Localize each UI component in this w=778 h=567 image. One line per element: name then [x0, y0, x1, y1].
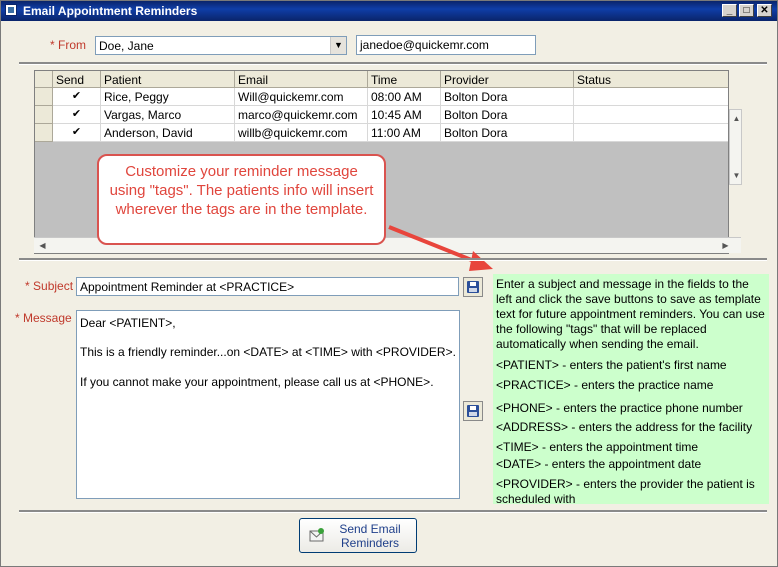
checkbox-checked-icon: ✔	[71, 126, 82, 138]
help-intro: Enter a subject and message in the field…	[496, 277, 765, 351]
required-mark: *	[25, 279, 30, 293]
subject-label-text: Subject	[33, 279, 74, 293]
close-icon: ✕	[760, 5, 769, 16]
row-selector[interactable]	[35, 124, 53, 142]
save-disk-icon	[467, 281, 479, 293]
window-title: Email Appointment Reminders	[23, 4, 198, 18]
table-cell-email[interactable]: Will@quickemr.com	[235, 88, 368, 106]
red-arrow-icon	[388, 225, 493, 271]
row-selector[interactable]	[35, 88, 53, 106]
dropdown-arrow-icon[interactable]: ▼	[330, 37, 346, 54]
help-tag: <PROVIDER> - enters the provider the pat…	[496, 477, 755, 506]
table-cell-status[interactable]	[574, 106, 728, 124]
help-tag: <TIME> - enters the appointment time	[496, 440, 699, 454]
col-header-patient[interactable]: Patient	[101, 71, 235, 88]
app-icon	[5, 4, 17, 16]
subject-field[interactable]: Appointment Reminder at <PRACTICE>	[76, 277, 459, 296]
tags-callout: Customize your reminder message using "t…	[97, 154, 386, 245]
row-selector[interactable]	[35, 106, 53, 124]
from-provider-select[interactable]: Doe, Jane ▼	[95, 36, 347, 55]
divider-bottom	[19, 510, 767, 513]
tags-help-panel: Enter a subject and message in the field…	[493, 274, 769, 506]
help-tag: <PHONE> - enters the practice phone numb…	[496, 401, 743, 415]
minimize-button[interactable]: _	[722, 4, 737, 17]
message-label-text: Message	[23, 311, 72, 325]
table-cell-email[interactable]: marco@quickemr.com	[235, 106, 368, 124]
from-selected-value: Doe, Jane	[99, 39, 154, 53]
from-email-value: janedoe@quickemr.com	[360, 38, 489, 52]
table-cell-provider[interactable]: Bolton Dora	[441, 88, 574, 106]
send-email-reminders-button[interactable]: Send Email Reminders	[299, 518, 417, 553]
send-checkbox[interactable]: ✔	[53, 106, 101, 124]
maximize-button[interactable]: □	[739, 4, 754, 17]
from-email-field[interactable]: janedoe@quickemr.com	[356, 35, 536, 55]
from-label: * From	[50, 38, 86, 52]
vertical-scrollbar[interactable]: ▲ ▼	[729, 109, 742, 185]
table-cell-provider[interactable]: Bolton Dora	[441, 106, 574, 124]
col-header-provider[interactable]: Provider	[441, 71, 574, 88]
scroll-right-icon[interactable]: ▶	[719, 239, 732, 252]
col-header-status[interactable]: Status	[574, 71, 728, 88]
table-cell-email[interactable]: willb@quickemr.com	[235, 124, 368, 142]
maximize-icon: □	[743, 5, 750, 16]
col-header-send[interactable]: Send	[53, 71, 101, 88]
checkbox-checked-icon: ✔	[71, 90, 82, 102]
table-cell-status[interactable]	[574, 124, 728, 142]
subject-label: * Subject	[25, 279, 73, 293]
message-line: This is a friendly reminder...on <DATE> …	[80, 345, 456, 359]
scroll-left-icon[interactable]: ◀	[36, 239, 49, 252]
help-tag: <PATIENT> - enters the patient's first n…	[496, 358, 727, 372]
send-checkbox[interactable]: ✔	[53, 88, 101, 106]
help-tag: <PRACTICE> - enters the practice name	[496, 378, 714, 392]
scroll-up-icon[interactable]: ▲	[730, 112, 743, 125]
save-message-button[interactable]	[463, 401, 483, 421]
grid-corner	[35, 71, 53, 88]
message-line: If you cannot make your appointment, ple…	[80, 375, 434, 389]
save-subject-button[interactable]	[463, 277, 483, 297]
table-cell-patient[interactable]: Vargas, Marco	[101, 106, 235, 124]
col-header-email[interactable]: Email	[235, 71, 368, 88]
subject-value: Appointment Reminder at <PRACTICE>	[80, 280, 295, 294]
help-tag: <DATE> - enters the appointment date	[496, 457, 702, 471]
divider-top	[19, 62, 767, 65]
table-cell-patient[interactable]: Anderson, David	[101, 124, 235, 142]
from-label-text: From	[58, 38, 87, 52]
divider-middle	[19, 258, 767, 261]
send-checkbox[interactable]: ✔	[53, 124, 101, 142]
email-reminders-window: Email Appointment Reminders _ □ ✕ * From…	[0, 0, 778, 567]
table-cell-time[interactable]: 08:00 AM	[368, 88, 441, 106]
checkbox-checked-icon: ✔	[71, 108, 82, 120]
close-button[interactable]: ✕	[757, 4, 772, 17]
required-mark: *	[15, 311, 20, 325]
title-bar: Email Appointment Reminders _ □ ✕	[1, 1, 777, 21]
message-field[interactable]: Dear <PATIENT>, This is a friendly remin…	[76, 310, 460, 499]
message-label: * Message	[15, 311, 72, 325]
scroll-down-icon[interactable]: ▼	[730, 169, 743, 182]
table-cell-time[interactable]: 10:45 AM	[368, 106, 441, 124]
table-cell-status[interactable]	[574, 88, 728, 106]
help-tag: <ADDRESS> - enters the address for the f…	[496, 420, 753, 434]
required-mark: *	[50, 38, 55, 52]
message-line: Dear <PATIENT>,	[80, 316, 176, 330]
table-cell-provider[interactable]: Bolton Dora	[441, 124, 574, 142]
table-cell-time[interactable]: 11:00 AM	[368, 124, 441, 142]
save-disk-icon	[467, 405, 479, 417]
email-send-icon	[309, 528, 324, 542]
minimize-icon: _	[726, 5, 733, 16]
col-header-time[interactable]: Time	[368, 71, 441, 88]
send-button-label: Send Email Reminders	[339, 522, 401, 550]
table-cell-patient[interactable]: Rice, Peggy	[101, 88, 235, 106]
